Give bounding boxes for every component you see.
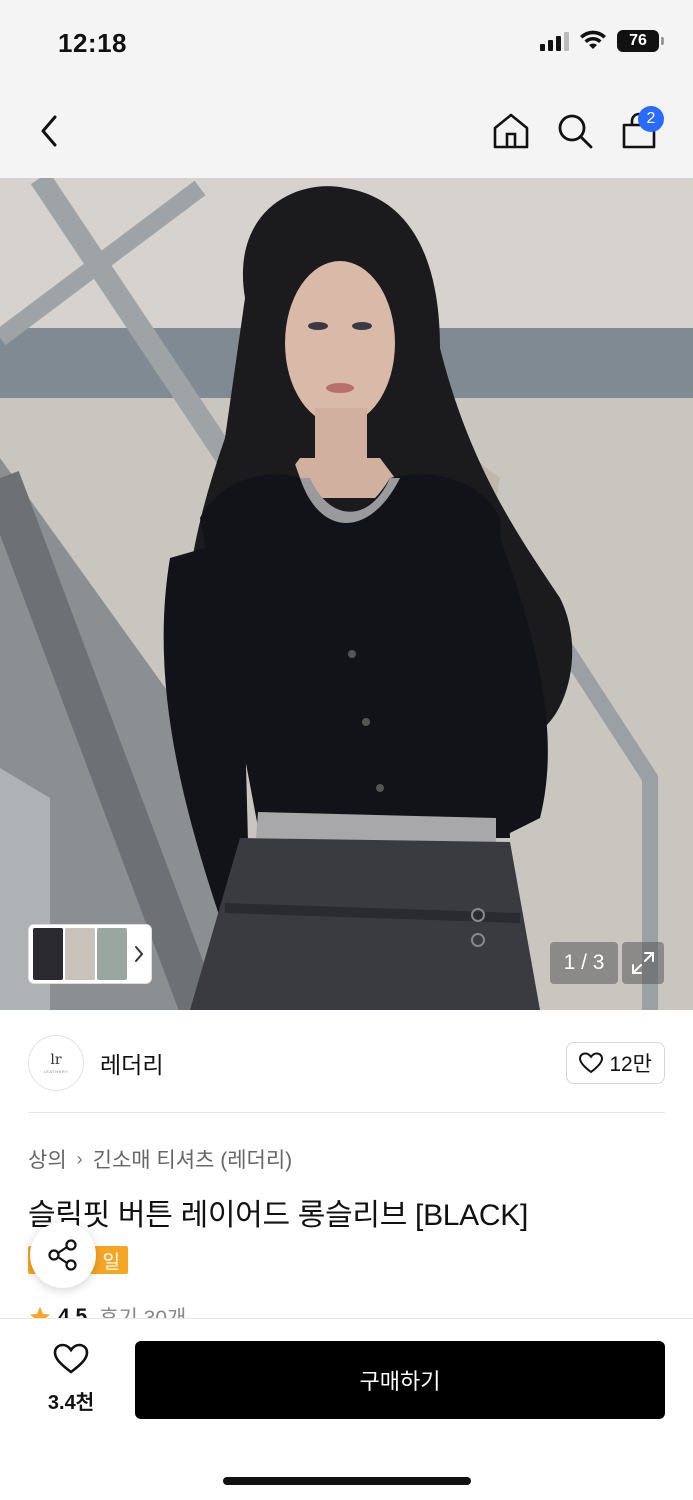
navigation-bar: 2	[0, 88, 693, 178]
home-button[interactable]	[486, 106, 536, 156]
wishlist-count: 3.4천	[47, 1392, 95, 1414]
share-icon	[48, 1239, 77, 1271]
thumbnail-strip[interactable]	[28, 924, 152, 984]
status-time: 12:18	[58, 28, 127, 58]
heart-icon	[579, 1052, 604, 1074]
bottom-action-bar: 3.4천 구매하기	[0, 1318, 693, 1500]
brand-logo[interactable]: lr LEATHERY	[28, 1035, 84, 1091]
heart-icon	[53, 1343, 89, 1374]
home-icon	[493, 113, 529, 149]
chevron-right-icon	[135, 946, 144, 962]
home-indicator	[223, 1477, 471, 1485]
product-title: 슬림핏 버튼 레이어드 롱슬리브 [BLACK]	[28, 1199, 528, 1232]
wishlist-button[interactable]: 3.4천	[28, 1343, 114, 1415]
cart-button[interactable]: 2	[614, 106, 664, 156]
thumbnail-1[interactable]	[33, 928, 63, 980]
brand-logo-text: LEATHERY	[43, 1068, 69, 1074]
buy-button[interactable]: 구매하기	[135, 1341, 665, 1419]
cellular-signal-icon	[540, 31, 569, 51]
brand-like-count: 12만	[609, 1053, 652, 1076]
chevron-left-icon	[41, 115, 57, 147]
battery-icon: 76	[617, 30, 664, 52]
wifi-icon	[580, 30, 606, 49]
brand-logo-mark: lr	[50, 1051, 62, 1068]
promo-badge-label: 일	[102, 1251, 120, 1273]
expand-icon	[632, 952, 654, 974]
back-button[interactable]	[24, 106, 74, 156]
divider	[28, 1112, 665, 1113]
expand-image-button[interactable]	[622, 942, 664, 984]
brand-like-button[interactable]: 12만	[566, 1042, 665, 1084]
image-page-indicator: 1 / 3	[550, 942, 618, 984]
brand-name[interactable]: 레더리	[100, 1046, 163, 1080]
search-icon	[558, 114, 593, 149]
breadcrumb: 상의 › 긴소매 티셔츠 (레더리)	[28, 1144, 292, 1174]
share-button[interactable]	[30, 1222, 96, 1288]
status-icons: 76	[540, 30, 664, 52]
thumbnail-2[interactable]	[65, 928, 95, 980]
breadcrumb-subcategory[interactable]: 긴소매 티셔츠 (레더리)	[93, 1144, 293, 1174]
chevron-right-icon: ›	[76, 1148, 83, 1169]
breadcrumb-category[interactable]: 상의	[28, 1144, 67, 1174]
cart-count-badge: 2	[638, 106, 664, 132]
brand-row[interactable]: lr LEATHERY 레더리 12만	[28, 1035, 665, 1091]
status-bar: 12:18 76	[0, 0, 693, 88]
product-photo	[0, 178, 693, 1010]
product-image[interactable]	[0, 178, 693, 1010]
thumbnail-3[interactable]	[97, 928, 127, 980]
search-button[interactable]	[550, 106, 600, 156]
